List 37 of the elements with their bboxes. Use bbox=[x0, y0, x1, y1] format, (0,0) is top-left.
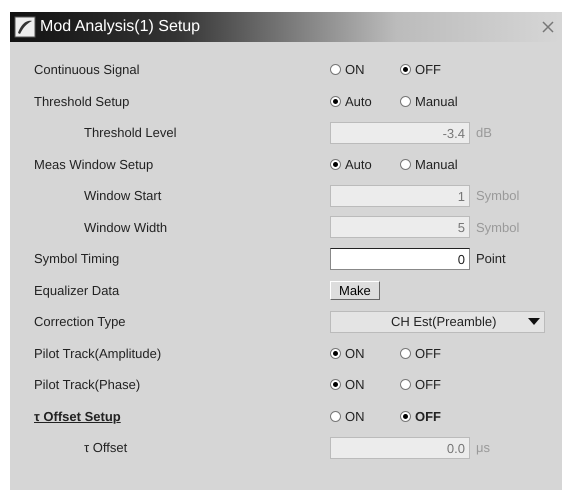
setting-label: Pilot Track(Amplitude) bbox=[34, 346, 162, 361]
setting-label: Pilot Track(Phase) bbox=[34, 377, 142, 392]
setting-label: Continuous Signal bbox=[34, 62, 141, 78]
number-field[interactable]: 0 bbox=[330, 248, 470, 270]
app-icon bbox=[14, 16, 36, 38]
radio-option[interactable]: Manual bbox=[400, 94, 470, 109]
setting-label: Equalizer Data bbox=[34, 282, 120, 298]
radio-option[interactable]: ON bbox=[330, 346, 400, 361]
setting-label: Correction Type bbox=[34, 314, 127, 330]
radio-option[interactable]: ON bbox=[330, 62, 400, 78]
radio-option[interactable]: OFF bbox=[400, 377, 470, 392]
make-button[interactable]: Make bbox=[330, 280, 380, 300]
radio-option[interactable]: Auto bbox=[330, 156, 400, 172]
setting-label: τ Offset Setup bbox=[34, 408, 122, 424]
dropdown[interactable]: CH Est(Preamble) bbox=[330, 310, 545, 333]
setting-label: Window Width bbox=[83, 220, 168, 235]
setting-label: Symbol Timing bbox=[34, 251, 120, 266]
setting-label: Threshold Setup bbox=[34, 94, 130, 109]
radio-option[interactable]: ON bbox=[330, 377, 400, 392]
unit-label: μs bbox=[476, 440, 490, 456]
window-title: Mod Analysis(1) Setup bbox=[40, 18, 200, 36]
close-icon[interactable] bbox=[540, 19, 556, 35]
setting-label: Meas Window Setup bbox=[34, 156, 154, 172]
unit-label: Symbol bbox=[476, 220, 520, 235]
unit-label: dB bbox=[476, 125, 492, 140]
setting-label: Window Start bbox=[83, 188, 162, 204]
radio-option[interactable]: Manual bbox=[400, 156, 470, 172]
setting-label: τ Offset bbox=[83, 440, 128, 456]
radio-option[interactable]: ON bbox=[330, 408, 400, 424]
unit-label: Symbol bbox=[476, 188, 520, 204]
unit-label: Point bbox=[476, 251, 506, 266]
dropdown-arrow-icon bbox=[528, 318, 540, 326]
radio-option[interactable]: OFF bbox=[400, 62, 470, 78]
radio-option[interactable]: OFF bbox=[400, 408, 470, 424]
radio-option[interactable]: OFF bbox=[400, 346, 470, 361]
radio-option[interactable]: Auto bbox=[330, 94, 400, 109]
setting-label: Threshold Level bbox=[83, 125, 178, 140]
